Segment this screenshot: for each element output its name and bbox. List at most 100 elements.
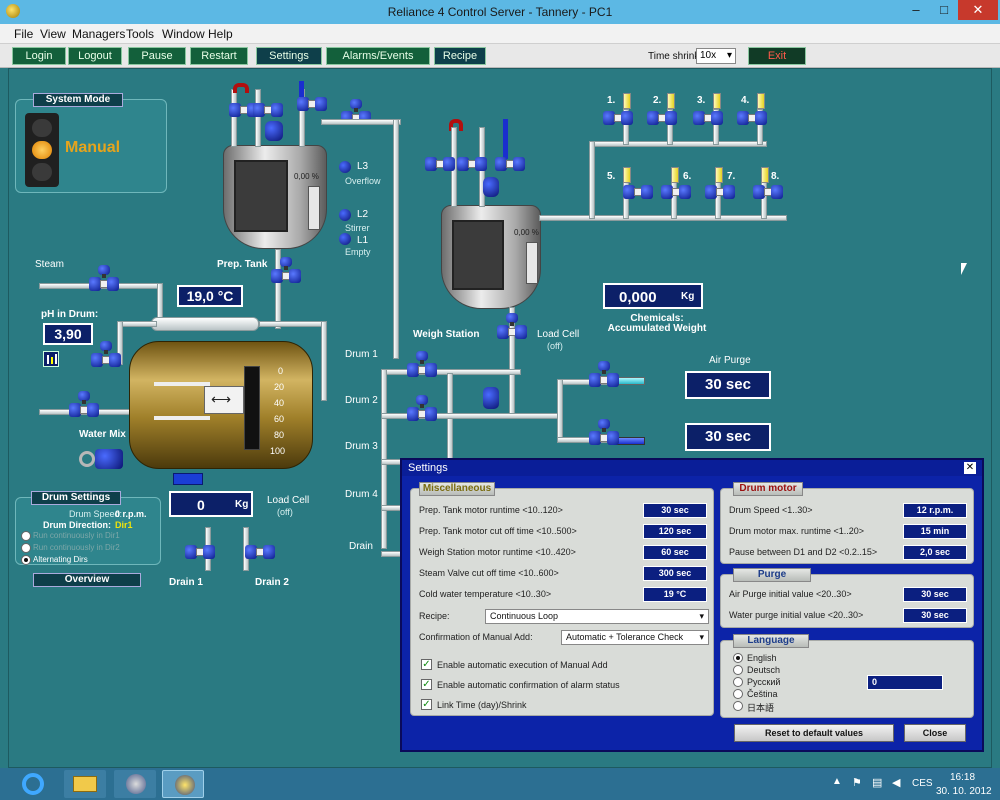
chemical-7-flowmeter [715, 167, 723, 183]
recipe-select[interactable]: Continuous Loop [485, 609, 709, 624]
settings-close-icon[interactable]: ✕ [964, 462, 976, 474]
chemical-6-valve[interactable] [661, 185, 691, 199]
input-language[interactable]: CES [912, 778, 933, 789]
water-purge-valve[interactable] [589, 419, 619, 445]
language-radio-english[interactable] [733, 653, 743, 663]
chemical-2-label: 2. [653, 95, 662, 106]
login-button[interactable]: Login [12, 47, 66, 65]
minimize-button[interactable]: – [902, 0, 930, 20]
close-window-button[interactable]: ✕ [958, 0, 998, 20]
restart-button[interactable]: Restart [190, 47, 248, 65]
drum-mode-radio-1[interactable] [21, 531, 31, 541]
close-button[interactable]: Close [904, 724, 966, 742]
weigh-outlet-valve[interactable] [497, 313, 527, 339]
level-l3-icon [339, 161, 351, 173]
level-l1-name: L1 [357, 235, 369, 246]
reliance-server-icon[interactable] [162, 770, 204, 798]
purge-title: Purge [733, 568, 811, 582]
clock-date[interactable]: 30. 10. 2012 [936, 786, 992, 797]
menu-file[interactable]: File [14, 27, 33, 41]
exit-button[interactable]: Exit [748, 47, 806, 65]
drum-door[interactable]: ⟷ [204, 386, 244, 414]
maximize-button[interactable]: □ [930, 0, 958, 20]
alarms-events-button[interactable]: Alarms/Events [326, 47, 430, 65]
weigh-inlet-valve[interactable] [495, 157, 525, 171]
drum-motor-row-2-value[interactable]: 15 min [903, 524, 967, 539]
reset-defaults-button[interactable]: Reset to default values [734, 724, 894, 742]
menu-tools[interactable]: Tools [126, 27, 154, 41]
misc-row-3-value[interactable]: 60 sec [643, 545, 707, 560]
air-purge-valve[interactable] [589, 361, 619, 387]
language-radio-deutsch[interactable] [733, 665, 743, 675]
prep-outlet-valve[interactable] [271, 257, 301, 283]
language-title: Language [733, 634, 809, 648]
steam-valve[interactable] [89, 265, 119, 291]
flag-icon[interactable]: ⚑ [852, 776, 862, 789]
auto-confirm-alarm-checkbox[interactable]: ✓ [421, 679, 432, 690]
drum-mode-radio-3[interactable] [21, 555, 31, 565]
link-time-checkbox[interactable]: ✓ [421, 699, 432, 710]
language-radio-russian[interactable] [733, 677, 743, 687]
drum-inlet-valve[interactable] [91, 341, 121, 367]
overview-button[interactable]: Overview [33, 573, 141, 587]
chemical-4-flowmeter [757, 93, 765, 109]
pump-icon[interactable] [79, 447, 125, 471]
drum-mode-radio-2[interactable] [21, 543, 31, 553]
purge-row-1-value[interactable]: 30 sec [903, 587, 967, 602]
chemical-7-label: 7. [727, 171, 736, 182]
ph-trend-icon[interactable] [43, 351, 59, 367]
show-hidden-icons-icon[interactable]: ▲ [832, 776, 842, 787]
drum-motor-title: Drum motor [733, 482, 803, 496]
drum-2-valve[interactable] [407, 395, 437, 421]
line-pump-icon[interactable] [483, 387, 499, 409]
chemical-4-valve[interactable] [737, 111, 767, 125]
chemical-8-valve[interactable] [753, 185, 783, 199]
menu-window[interactable]: Window [162, 27, 205, 41]
chemical-2-valve[interactable] [647, 111, 677, 125]
water-mix-valve[interactable] [69, 391, 99, 417]
settings-button[interactable]: Settings [256, 47, 322, 65]
menu-view[interactable]: View [40, 27, 66, 41]
prep-cold-water-valve[interactable] [253, 103, 283, 117]
confirmation-select[interactable]: Automatic + Tolerance Check [561, 630, 709, 645]
drum-motor-row-3-value[interactable]: 2,0 sec [903, 545, 967, 560]
volume-icon[interactable]: ◀ [892, 776, 900, 789]
chemical-3-valve[interactable] [693, 111, 723, 125]
network-icon[interactable]: ▤ [872, 776, 882, 789]
misc-row-4-value[interactable]: 300 sec [643, 566, 707, 581]
pause-button[interactable]: Pause [128, 47, 186, 65]
prep-tank-level: 0,00 % [294, 172, 319, 181]
clock-time[interactable]: 16:18 [950, 772, 975, 783]
file-explorer-icon[interactable] [64, 770, 106, 798]
chemical-1-valve[interactable] [603, 111, 633, 125]
heat-exchanger [151, 317, 259, 331]
menu-bar: File View Managers Tools Window Help [0, 24, 1000, 44]
recipe-button[interactable]: Recipe [434, 47, 486, 65]
logout-button[interactable]: Logout [68, 47, 122, 65]
chemical-7-valve[interactable] [705, 185, 735, 199]
menu-managers[interactable]: Managers [72, 27, 125, 41]
system-mode-title: System Mode [33, 93, 123, 107]
drum-1-line-label: Drum 1 [345, 349, 378, 360]
time-shrink-select[interactable]: 10x ▾ [696, 48, 736, 64]
reliance-designer-icon[interactable] [114, 770, 156, 798]
drum-motor-row-1-value[interactable]: 12 r.p.m. [903, 503, 967, 518]
drain-2-valve[interactable] [245, 545, 275, 559]
auto-manual-add-checkbox[interactable]: ✓ [421, 659, 432, 670]
purge-row-2-value[interactable]: 30 sec [903, 608, 967, 623]
language-radio-japanese[interactable] [733, 701, 743, 711]
prep-inlet-valve[interactable] [297, 97, 327, 111]
misc-row-2-value[interactable]: 120 sec [643, 524, 707, 539]
misc-row-1-value[interactable]: 30 sec [643, 503, 707, 518]
language-radio-czech[interactable] [733, 689, 743, 699]
weigh-cold-valve[interactable] [457, 157, 487, 171]
misc-row-5-value[interactable]: 19 °C [643, 587, 707, 602]
menu-help[interactable]: Help [208, 27, 233, 41]
traffic-light-icon[interactable] [25, 113, 59, 187]
internet-explorer-icon[interactable] [12, 770, 54, 798]
drum-1-valve[interactable] [407, 351, 437, 377]
weigh-hot-valve[interactable] [425, 157, 455, 171]
drain-1-valve[interactable] [185, 545, 215, 559]
chemical-5-valve[interactable] [623, 185, 653, 199]
language-value-field[interactable]: 0 [867, 675, 943, 690]
